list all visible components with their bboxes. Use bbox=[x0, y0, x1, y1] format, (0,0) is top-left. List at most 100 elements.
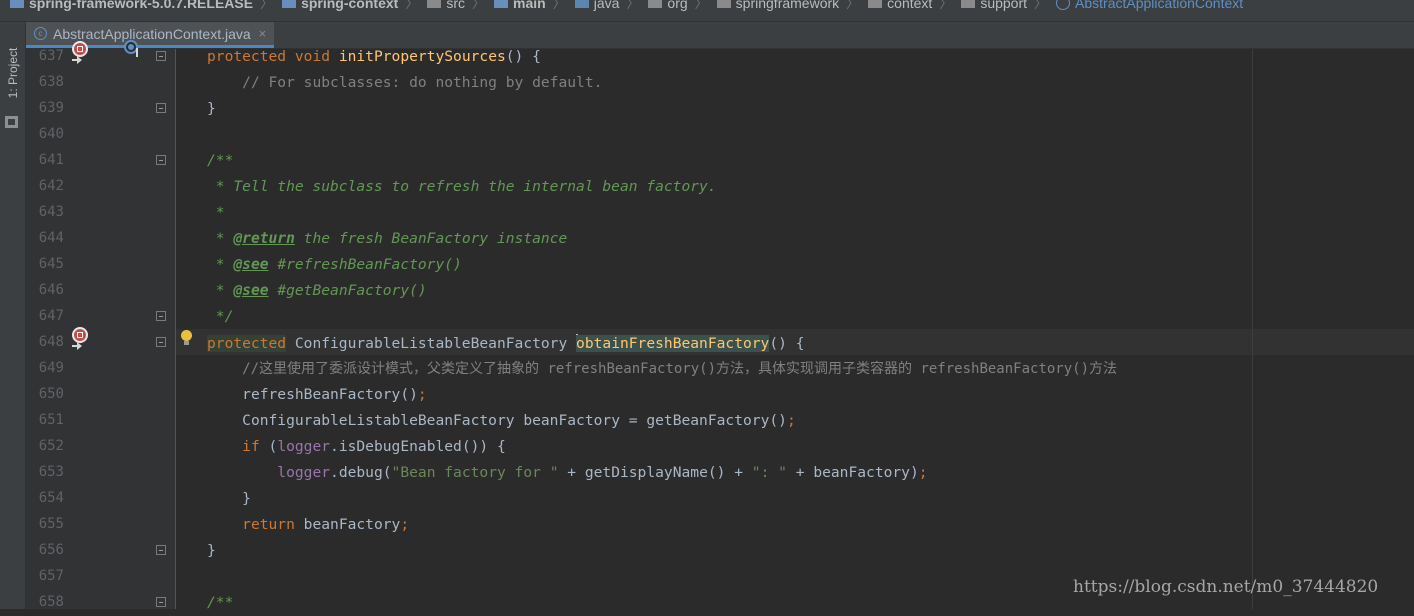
chevron-right-icon: 〉 bbox=[626, 0, 640, 11]
code-text: // For subclasses: do nothing by default… bbox=[242, 74, 603, 91]
code-line: 644 * @return the fresh BeanFactory inst… bbox=[0, 226, 1414, 252]
code-text: * @return the fresh BeanFactory instance bbox=[207, 230, 568, 247]
tab-title: AbstractApplicationContext.java bbox=[53, 25, 251, 42]
line-number: 637 bbox=[38, 48, 64, 64]
line-number: 646 bbox=[38, 282, 64, 298]
code-line: 640 bbox=[0, 122, 1414, 148]
code-line: 643 * bbox=[0, 200, 1414, 226]
line-number: 648 bbox=[38, 334, 64, 350]
code-text: } bbox=[207, 542, 216, 559]
code-text: ConfigurableListableBeanFactory beanFact… bbox=[242, 412, 796, 429]
line-number: 645 bbox=[38, 256, 64, 272]
line-number: 656 bbox=[38, 542, 64, 558]
line-number: 652 bbox=[38, 438, 64, 454]
code-line: 637 protected void initPropertySources()… bbox=[0, 40, 1414, 70]
code-text: * Tell the subclass to refresh the inter… bbox=[207, 178, 717, 195]
line-number: 653 bbox=[38, 464, 64, 480]
navigate-arrow-icon bbox=[72, 342, 82, 350]
folder-icon bbox=[427, 0, 442, 8]
watermark: https://blog.csdn.net/m0_37444820 bbox=[1073, 577, 1379, 597]
code-line: 655 return beanFactory; bbox=[0, 512, 1414, 538]
package-icon bbox=[868, 0, 883, 8]
line-number: 654 bbox=[38, 490, 64, 506]
code-line: 647 */ bbox=[0, 304, 1414, 330]
code-line: 642 * Tell the subclass to refresh the i… bbox=[0, 174, 1414, 200]
chevron-right-icon: 〉 bbox=[472, 0, 486, 11]
code-line: 649 //这里使用了委派设计模式，父类定义了抽象的 refreshBeanFa… bbox=[0, 356, 1414, 382]
code-text: /** bbox=[207, 152, 234, 169]
code-text: logger.debug("Bean factory for " + getDi… bbox=[277, 464, 928, 481]
line-number: 644 bbox=[38, 230, 64, 246]
module-icon bbox=[282, 0, 297, 8]
code-text: /** bbox=[207, 594, 234, 611]
code-text: protected ConfigurableListableBeanFactor… bbox=[207, 334, 805, 352]
code-line: 651 ConfigurableListableBeanFactory bean… bbox=[0, 408, 1414, 434]
breadcrumb-item-java[interactable]: java bbox=[574, 0, 619, 11]
close-icon[interactable]: × bbox=[259, 26, 267, 41]
fold-marker-icon[interactable] bbox=[156, 103, 166, 113]
breadcrumb-item-springframework[interactable]: springframework bbox=[716, 0, 839, 11]
breadcrumb-item-spring-framework[interactable]: spring-framework-5.0.7.RELEASE bbox=[10, 0, 253, 11]
source-folder-icon bbox=[574, 0, 589, 8]
class-icon bbox=[1056, 0, 1071, 10]
code-text: protected void initPropertySources() { bbox=[207, 48, 541, 65]
navigate-arrow-icon bbox=[72, 56, 82, 64]
fold-marker-icon[interactable] bbox=[156, 597, 166, 607]
line-number: 638 bbox=[38, 74, 64, 90]
chevron-right-icon: 〉 bbox=[939, 0, 953, 11]
code-line: 645 * @see #refreshBeanFactory() bbox=[0, 252, 1414, 278]
fold-marker-icon[interactable] bbox=[156, 545, 166, 555]
breadcrumb-item-context[interactable]: context bbox=[868, 0, 932, 11]
code-text: * @see #refreshBeanFactory() bbox=[207, 256, 462, 273]
code-line: 639 } bbox=[0, 96, 1414, 122]
fold-marker-icon[interactable] bbox=[156, 51, 166, 61]
code-text: return beanFactory; bbox=[242, 516, 410, 533]
code-line-current: 648 protected ConfigurableListableBeanFa… bbox=[0, 327, 1414, 356]
code-text: //这里使用了委派设计模式，父类定义了抽象的 refreshBeanFactor… bbox=[242, 361, 1118, 377]
breadcrumb-item-src[interactable]: src bbox=[427, 0, 465, 11]
class-icon: c bbox=[34, 27, 47, 40]
chevron-right-icon: 〉 bbox=[1034, 0, 1048, 11]
breadcrumb-item-org[interactable]: org bbox=[648, 0, 688, 11]
line-number: 647 bbox=[38, 308, 64, 324]
line-number: 649 bbox=[38, 360, 64, 376]
code-text: if (logger.isDebugEnabled()) { bbox=[242, 438, 506, 455]
line-number: 650 bbox=[38, 386, 64, 402]
line-number: 658 bbox=[38, 594, 64, 610]
line-number: 643 bbox=[38, 204, 64, 220]
breadcrumb-item-spring-context[interactable]: spring-context bbox=[282, 0, 398, 11]
code-line: 638 // For subclasses: do nothing by def… bbox=[0, 70, 1414, 96]
breadcrumb-item-support[interactable]: support bbox=[961, 0, 1027, 11]
fold-marker-icon[interactable] bbox=[156, 337, 166, 347]
line-number: 640 bbox=[38, 126, 64, 142]
line-number: 651 bbox=[38, 412, 64, 428]
code-text: */ bbox=[207, 308, 234, 325]
line-number: 657 bbox=[38, 568, 64, 584]
fold-marker-icon[interactable] bbox=[156, 311, 166, 321]
chevron-right-icon: 〉 bbox=[846, 0, 860, 11]
code-line: 641 /** bbox=[0, 148, 1414, 174]
overriding-method-icon[interactable] bbox=[72, 41, 88, 57]
fold-marker-icon[interactable] bbox=[156, 155, 166, 165]
chevron-right-icon: 〉 bbox=[260, 0, 274, 11]
breadcrumb: spring-framework-5.0.7.RELEASE 〉 spring-… bbox=[10, 0, 1243, 12]
package-icon bbox=[716, 0, 731, 8]
lightbulb-icon[interactable] bbox=[180, 330, 192, 346]
chevron-right-icon: 〉 bbox=[405, 0, 419, 11]
breadcrumb-item-main[interactable]: main bbox=[494, 0, 546, 11]
package-icon bbox=[648, 0, 663, 8]
overriding-method-icon[interactable] bbox=[72, 327, 88, 343]
chevron-right-icon: 〉 bbox=[552, 0, 566, 11]
package-icon bbox=[961, 0, 976, 8]
code-line: 652 if (logger.isDebugEnabled()) { bbox=[0, 434, 1414, 460]
code-line: 653 logger.debug("Bean factory for " + g… bbox=[0, 460, 1414, 486]
line-number: 641 bbox=[38, 152, 64, 168]
line-number: 655 bbox=[38, 516, 64, 532]
code-line: 650 refreshBeanFactory(); bbox=[0, 382, 1414, 408]
line-number: 639 bbox=[38, 100, 64, 116]
code-text: refreshBeanFactory(); bbox=[242, 386, 427, 403]
navigation-bar: spring-framework-5.0.7.RELEASE 〉 spring-… bbox=[0, 0, 1414, 22]
breadcrumb-item-abstract-application-context[interactable]: AbstractApplicationContext bbox=[1056, 0, 1243, 11]
line-number: 642 bbox=[38, 178, 64, 194]
code-text: * bbox=[207, 204, 225, 221]
